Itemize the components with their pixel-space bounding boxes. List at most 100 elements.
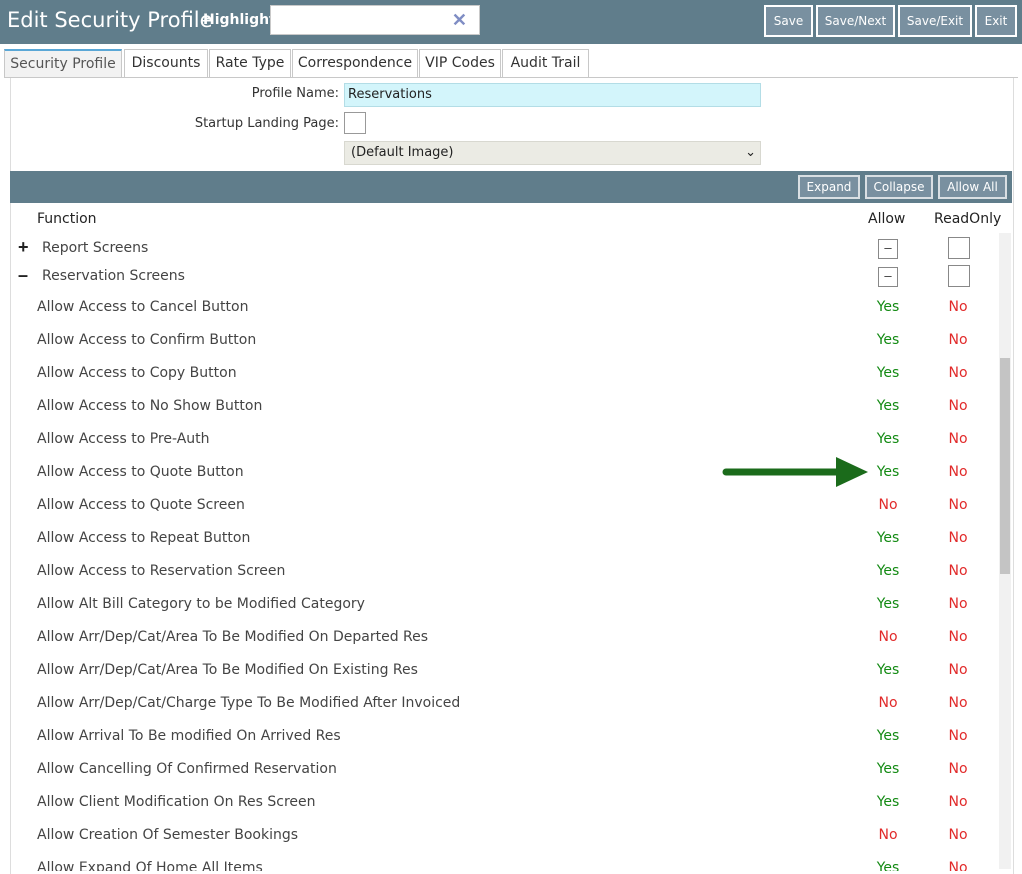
function-label: Allow Cancelling Of Confirmed Reservatio… [37, 761, 337, 777]
readonly-toggle[interactable]: No [938, 728, 978, 744]
image-select[interactable]: (Default Image) ⌄ [344, 141, 761, 165]
readonly-checkbox[interactable] [948, 237, 970, 259]
tab-vip-codes[interactable]: VIP Codes [419, 49, 501, 77]
tab-audit-trail[interactable]: Audit Trail [502, 49, 589, 77]
table-row: Allow Expand Of Home All Items Yes No [10, 852, 1000, 871]
readonly-toggle[interactable]: No [938, 431, 978, 447]
clear-icon[interactable]: ✕ [452, 10, 467, 31]
allow-toggle[interactable]: Yes [868, 761, 908, 777]
function-label: Allow Arr/Dep/Cat/Area To Be Modified On… [37, 629, 429, 645]
allow-toggle[interactable]: Yes [868, 662, 908, 678]
allow-toggle[interactable]: Yes [868, 431, 908, 447]
tab-discounts[interactable]: Discounts [124, 49, 208, 77]
table-row: Allow Arr/Dep/Cat/Area To Be Modified On… [10, 621, 1000, 654]
readonly-toggle[interactable]: No [938, 464, 978, 480]
function-label: Allow Alt Bill Category to be Modified C… [37, 596, 365, 612]
expand-button[interactable]: Expand [798, 175, 860, 199]
table-row: Allow Access to Quote Screen No No [10, 489, 1000, 522]
expand-icon[interactable]: + [18, 237, 29, 258]
allow-checkbox[interactable]: – [878, 239, 898, 259]
group-reservation-screens[interactable]: – Reservation Screens – [10, 263, 1000, 291]
allow-all-button[interactable]: Allow All [938, 175, 1007, 199]
allow-toggle[interactable]: Yes [868, 794, 908, 810]
tab-security-profile[interactable]: Security Profile [4, 49, 122, 78]
table-row: Allow Creation Of Semester Bookings No No [10, 819, 1000, 852]
allow-toggle[interactable]: Yes [868, 299, 908, 315]
readonly-toggle[interactable]: No [938, 365, 978, 381]
table-row: Allow Access to Copy Button Yes No [10, 357, 1000, 390]
tab-rate-type[interactable]: Rate Type [209, 49, 291, 77]
function-label: Allow Arrival To Be modified On Arrived … [37, 728, 341, 744]
allow-toggle[interactable]: Yes [868, 365, 908, 381]
function-label: Allow Access to Confirm Button [37, 332, 257, 348]
allow-toggle[interactable]: Yes [868, 332, 908, 348]
profile-name-label: Profile Name: [251, 86, 339, 101]
function-label: Allow Access to No Show Button [37, 398, 263, 414]
table-row: Allow Access to Pre-Auth Yes No [10, 423, 1000, 456]
allow-toggle[interactable]: Yes [868, 860, 908, 871]
allow-checkbox[interactable]: – [878, 267, 898, 287]
readonly-toggle[interactable]: No [938, 794, 978, 810]
table-row: Allow Alt Bill Category to be Modified C… [10, 588, 1000, 621]
allow-toggle[interactable]: Yes [868, 464, 908, 480]
function-label: Allow Arr/Dep/Cat/Charge Type To Be Modi… [37, 695, 461, 711]
save-button[interactable]: Save [764, 5, 813, 37]
function-label: Allow Access to Repeat Button [37, 530, 251, 546]
readonly-toggle[interactable]: No [938, 629, 978, 645]
table-row: Allow Cancelling Of Confirmed Reservatio… [10, 753, 1000, 786]
allow-toggle[interactable]: Yes [868, 563, 908, 579]
allow-toggle[interactable]: No [868, 497, 908, 513]
readonly-toggle[interactable]: No [938, 596, 978, 612]
allow-toggle[interactable]: No [868, 695, 908, 711]
table-row: Allow Access to Cancel Button Yes No [10, 291, 1000, 324]
readonly-toggle[interactable]: No [938, 860, 978, 871]
function-label: Allow Access to Pre-Auth [37, 431, 210, 447]
group-report-screens[interactable]: + Report Screens – [10, 235, 1000, 263]
exit-button[interactable]: Exit [975, 5, 1017, 37]
readonly-toggle[interactable]: No [938, 761, 978, 777]
table-row: Allow Access to Repeat Button Yes No [10, 522, 1000, 555]
highlight-field: ✕ [270, 5, 480, 35]
save-exit-button[interactable]: Save/Exit [898, 5, 972, 37]
readonly-checkbox[interactable] [948, 265, 970, 287]
readonly-toggle[interactable]: No [938, 827, 978, 843]
readonly-toggle[interactable]: No [938, 299, 978, 315]
function-label: Allow Expand Of Home All Items [37, 860, 263, 871]
tab-correspondence[interactable]: Correspondence [292, 49, 418, 77]
readonly-toggle[interactable]: No [938, 497, 978, 513]
function-label: Allow Arr/Dep/Cat/Area To Be Modified On… [37, 662, 418, 678]
table-row: Allow Arr/Dep/Cat/Area To Be Modified On… [10, 654, 1000, 687]
allow-header: Allow [868, 211, 906, 227]
arrow-right-icon [722, 457, 868, 487]
table-row: Allow Client Modification On Res Screen Y… [10, 786, 1000, 819]
allow-toggle[interactable]: No [868, 827, 908, 843]
table-row: Allow Access to No Show Button Yes No [10, 390, 1000, 423]
landing-page-picker[interactable] [344, 112, 366, 134]
readonly-toggle[interactable]: No [938, 398, 978, 414]
function-label: Allow Access to Quote Screen [37, 497, 245, 513]
collapse-icon[interactable]: – [18, 265, 28, 286]
highlight-input[interactable] [273, 8, 445, 34]
collapse-button[interactable]: Collapse [865, 175, 933, 199]
profile-name-input[interactable]: Reservations [344, 83, 761, 107]
readonly-toggle[interactable]: No [938, 662, 978, 678]
readonly-toggle[interactable]: No [938, 695, 978, 711]
allow-toggle[interactable]: Yes [868, 728, 908, 744]
vertical-scrollbar[interactable] [999, 233, 1011, 869]
function-label: Allow Access to Quote Button [37, 464, 244, 480]
scrollbar-thumb[interactable] [1000, 358, 1010, 574]
table-row: Allow Arr/Dep/Cat/Charge Type To Be Modi… [10, 687, 1000, 720]
table-row: Allow Access to Reservation Screen Yes No [10, 555, 1000, 588]
readonly-toggle[interactable]: No [938, 563, 978, 579]
readonly-toggle[interactable]: No [938, 530, 978, 546]
landing-page-label: Startup Landing Page: [194, 116, 339, 131]
group-label: Report Screens [42, 240, 149, 256]
allow-toggle[interactable]: Yes [868, 530, 908, 546]
function-label: Allow Access to Cancel Button [37, 299, 249, 315]
allow-toggle[interactable]: Yes [868, 596, 908, 612]
readonly-toggle[interactable]: No [938, 332, 978, 348]
save-next-button[interactable]: Save/Next [816, 5, 895, 37]
group-label: Reservation Screens [42, 268, 185, 284]
allow-toggle[interactable]: No [868, 629, 908, 645]
allow-toggle[interactable]: Yes [868, 398, 908, 414]
